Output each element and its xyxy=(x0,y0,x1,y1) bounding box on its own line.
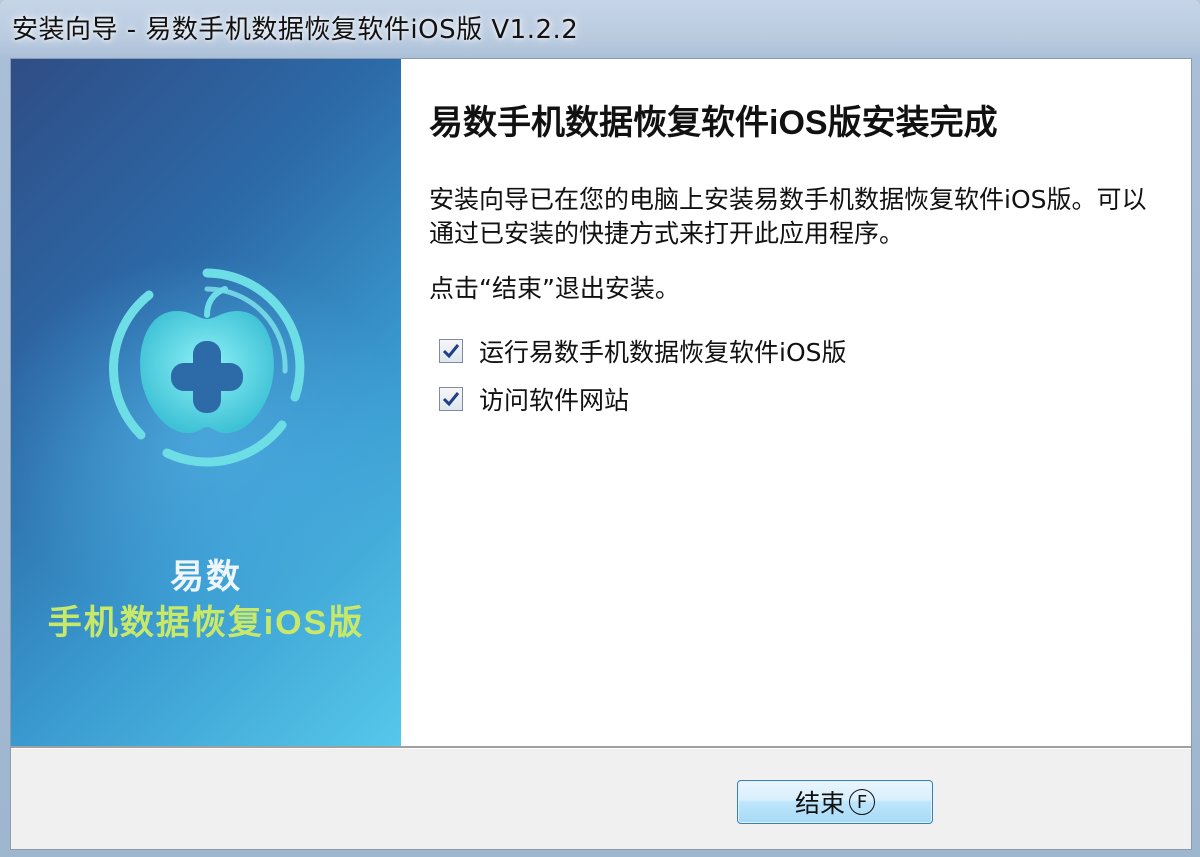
button-bar: 结束 F xyxy=(11,749,1191,849)
run-app-option[interactable]: 运行易数手机数据恢复软件iOS版 xyxy=(439,335,847,367)
visit-website-checkbox[interactable] xyxy=(439,387,463,411)
finish-button-label: 结束 xyxy=(794,789,845,818)
visit-website-option[interactable]: 访问软件网站 xyxy=(439,383,629,415)
finish-button[interactable]: 结束 F xyxy=(737,780,933,824)
finish-accelerator-key: F xyxy=(849,789,875,815)
completion-description: 安装向导已在您的电脑上安装易数手机数据恢复软件iOS版。可以通过已安装的快捷方式… xyxy=(429,185,1147,248)
window-title: 安装向导 - 易数手机数据恢复软件iOS版 V1.2.2 xyxy=(12,15,579,45)
wizard-client-area: 易数 手机数据恢复iOS版 易数手机数据恢复软件iOS版安装完成 安装向导已在您… xyxy=(10,58,1192,850)
brand-name: 易数 xyxy=(170,558,242,596)
page-title: 易数手机数据恢复软件iOS版安装完成 xyxy=(429,104,998,142)
checkmark-icon xyxy=(442,392,460,407)
apple-plus-logo-icon xyxy=(109,268,305,467)
checkmark-icon xyxy=(442,344,460,359)
finish-hint: 点击“结束”退出安装。 xyxy=(429,274,680,303)
completion-panel: 易数手机数据恢复软件iOS版安装完成 安装向导已在您的电脑上安装易数手机数据恢复… xyxy=(401,59,1191,746)
run-app-label: 运行易数手机数据恢复软件iOS版 xyxy=(479,338,847,367)
title-bar[interactable]: 安装向导 - 易数手机数据恢复软件iOS版 V1.2.2 xyxy=(0,0,1200,54)
visit-website-label: 访问软件网站 xyxy=(479,386,630,415)
installer-window: 安装向导 - 易数手机数据恢复软件iOS版 V1.2.2 易数 手机数据恢复iO… xyxy=(0,0,1200,857)
brand-product-name: 手机数据恢复iOS版 xyxy=(47,604,365,642)
run-app-checkbox[interactable] xyxy=(439,339,463,363)
side-banner: 易数 手机数据恢复iOS版 xyxy=(11,59,401,746)
